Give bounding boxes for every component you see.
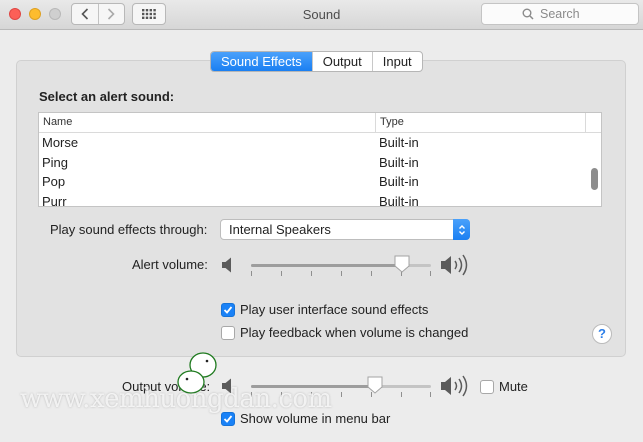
feedback-label: Play feedback when volume is changed xyxy=(240,325,469,340)
slider-thumb[interactable] xyxy=(367,376,383,394)
mute-option[interactable]: Mute xyxy=(480,379,528,394)
alert-sound-table[interactable]: Name Type Morse Built-in Ping Built-in P… xyxy=(38,112,602,207)
slider-thumb[interactable] xyxy=(394,255,410,273)
slider-tick xyxy=(371,271,372,276)
table-header: Name Type xyxy=(39,113,601,133)
search-input[interactable]: Search xyxy=(481,3,639,25)
ui-sounds-label: Play user interface sound effects xyxy=(240,302,429,317)
slider-tick xyxy=(251,271,252,276)
ui-sounds-option[interactable]: Play user interface sound effects xyxy=(221,302,428,317)
slider-tick xyxy=(430,271,431,276)
mute-checkbox[interactable] xyxy=(480,379,494,394)
checkmark-icon xyxy=(223,305,233,314)
slider-fill xyxy=(251,264,402,267)
watermark: www.xemhuongdan.com xyxy=(20,384,332,414)
checkmark-icon xyxy=(223,414,233,423)
table-row[interactable]: Purr Built-in xyxy=(39,192,601,207)
tab-output[interactable]: Output xyxy=(311,52,372,71)
sound-name: Ping xyxy=(42,154,69,170)
slider-thumb-shape xyxy=(394,255,410,273)
play-through-label: Play sound effects through: xyxy=(50,222,208,237)
tab-input[interactable]: Input xyxy=(371,52,422,71)
sound-name: Morse xyxy=(42,135,79,150)
slider-tick xyxy=(430,392,431,397)
column-header-name[interactable]: Name xyxy=(39,113,376,132)
feedback-checkbox[interactable] xyxy=(221,325,235,340)
feedback-option[interactable]: Play feedback when volume is changed xyxy=(221,325,468,340)
title-bar: Sound Search xyxy=(0,0,643,30)
sound-type: Built-in xyxy=(379,135,419,150)
chevron-up-down-icon xyxy=(458,224,465,235)
table-row[interactable]: Ping Built-in xyxy=(39,153,601,173)
slider-thumb-shape xyxy=(367,376,383,394)
sound-type: Built-in xyxy=(379,193,419,207)
table-scrollbar[interactable] xyxy=(591,168,598,190)
sound-type: Built-in xyxy=(379,174,419,189)
speaker-high-icon xyxy=(441,254,468,276)
popup-arrows xyxy=(453,219,470,240)
tab-bar: Sound Effects Output Input xyxy=(210,51,423,72)
speaker-low-icon xyxy=(222,257,231,273)
slider-tick xyxy=(401,392,402,397)
help-button[interactable]: ? xyxy=(592,324,612,344)
slider-tick xyxy=(281,271,282,276)
slider-tick xyxy=(341,271,342,276)
table-row[interactable]: Morse Built-in xyxy=(39,133,601,153)
sound-type: Built-in xyxy=(379,154,419,170)
table-row[interactable]: Pop Built-in xyxy=(39,172,601,192)
mute-label: Mute xyxy=(499,379,528,394)
speaker-high-icon xyxy=(441,375,468,397)
search-icon xyxy=(522,8,534,20)
alert-volume-label: Alert volume: xyxy=(132,257,208,272)
tab-sound-effects[interactable]: Sound Effects xyxy=(211,52,312,71)
selected-device: Internal Speakers xyxy=(229,222,331,237)
sound-name: Pop xyxy=(42,174,66,189)
output-device-select[interactable]: Internal Speakers xyxy=(220,219,470,240)
slider-tick xyxy=(341,392,342,397)
search-placeholder: Search xyxy=(540,7,580,21)
slider-tick xyxy=(311,271,312,276)
ui-sounds-checkbox[interactable] xyxy=(221,302,235,317)
alert-volume-slider[interactable] xyxy=(251,255,431,276)
sound-name: Purr xyxy=(42,193,67,207)
column-header-type[interactable]: Type xyxy=(376,113,586,132)
alert-sound-heading: Select an alert sound: xyxy=(39,89,175,104)
